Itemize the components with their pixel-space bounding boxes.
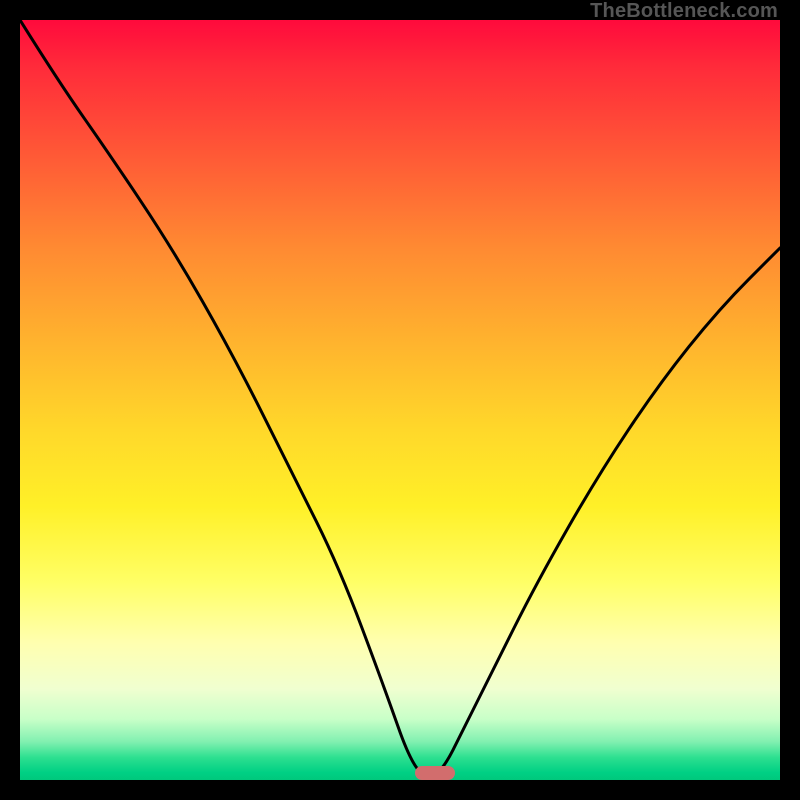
plot-area [20, 20, 780, 780]
bottleneck-curve [20, 20, 780, 776]
curve-svg [20, 20, 780, 780]
chart-frame: TheBottleneck.com [0, 0, 800, 800]
watermark-text: TheBottleneck.com [590, 0, 778, 23]
optimal-marker [415, 766, 455, 780]
